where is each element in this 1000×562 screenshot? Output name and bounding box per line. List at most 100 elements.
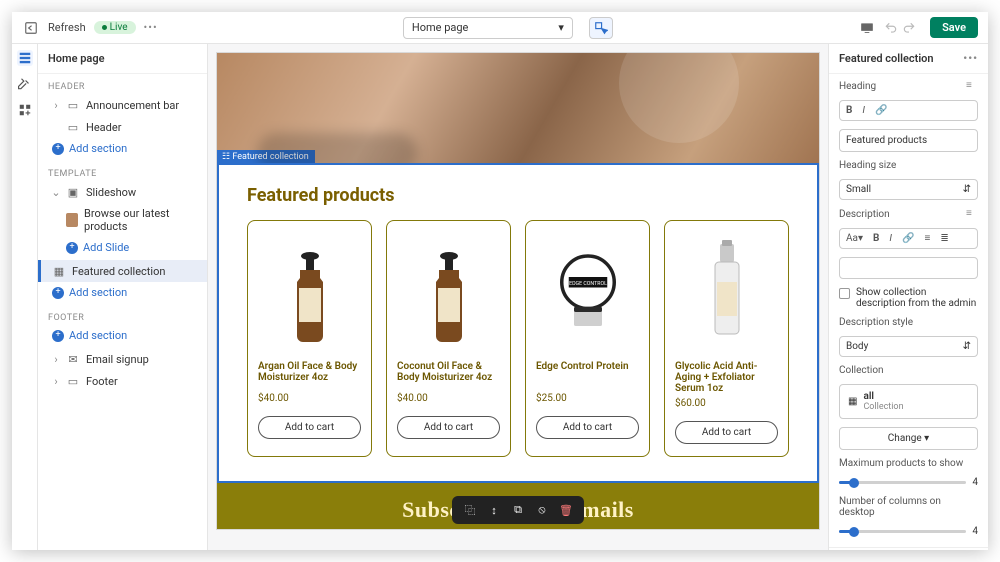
- chevron-right-icon: ›: [52, 353, 60, 366]
- link-icon[interactable]: 🔗: [902, 233, 914, 244]
- description-label: Description: [839, 209, 890, 220]
- heading-size-label: Heading size: [839, 160, 896, 171]
- add-to-cart-button[interactable]: Add to cart: [258, 416, 361, 439]
- plus-icon: +: [52, 287, 64, 299]
- select-arrows-icon: ⇵: [963, 184, 971, 195]
- topbar: Refresh Live ••• Home page ▾ Save: [12, 12, 988, 44]
- product-price: $60.00: [675, 398, 778, 409]
- add-section-footer[interactable]: + Add section: [38, 325, 207, 348]
- refresh-label[interactable]: Refresh: [48, 21, 86, 34]
- description-style-label: Description style: [839, 317, 913, 328]
- add-to-cart-button[interactable]: Add to cart: [675, 421, 778, 444]
- tree-item-slideshow[interactable]: ⌄ ▣ Slideshow: [38, 181, 207, 203]
- columns-desktop-label: Number of columns on desktop: [839, 496, 978, 518]
- product-price: $25.00: [536, 393, 639, 404]
- product-grid: Argan Oil Face & Body Moisturizer 4oz $4…: [247, 220, 789, 457]
- tree-item-featured-collection[interactable]: ▦ Featured collection: [38, 260, 207, 282]
- dynamic-source-icon[interactable]: ≡: [966, 208, 978, 220]
- canvas-floating-toolbar: ⿻ ↕ ⧉ ⦸ 🗑: [452, 496, 584, 524]
- toolbar-delete-icon[interactable]: 🗑: [558, 502, 574, 518]
- product-image: [258, 233, 361, 353]
- section-icon: ▭: [66, 120, 80, 134]
- footer-group-label: FOOTER: [38, 305, 207, 325]
- columns-desktop-slider[interactable]: [839, 530, 966, 533]
- add-section-template[interactable]: + Add section: [38, 282, 207, 305]
- max-products-slider[interactable]: [839, 481, 966, 484]
- apps-rail-icon[interactable]: [17, 102, 33, 118]
- checkbox-icon: [839, 288, 850, 299]
- heading-size-select[interactable]: Small⇵: [839, 179, 978, 200]
- product-image: [675, 233, 778, 353]
- featured-collection-section[interactable]: Featured products Argan Oil Face & Body …: [217, 163, 819, 483]
- remove-section-button[interactable]: 🗑 Remove section: [829, 547, 988, 550]
- undo-redo[interactable]: [884, 21, 916, 35]
- toolbar-copy-icon[interactable]: ⧉: [510, 502, 526, 518]
- slideshow-icon: ▣: [66, 185, 80, 199]
- select-arrows-icon: ⇵: [963, 341, 971, 352]
- sections-rail-icon[interactable]: [17, 50, 33, 66]
- add-to-cart-button[interactable]: Add to cart: [536, 416, 639, 439]
- save-button[interactable]: Save: [930, 17, 978, 38]
- desktop-view-icon[interactable]: [858, 19, 876, 37]
- product-image: EDGE CONTROL: [536, 233, 639, 353]
- toolbar-hide-icon[interactable]: ⦸: [534, 502, 550, 518]
- product-card[interactable]: Glycolic Acid Anti-Aging + Exfoliator Se…: [664, 220, 789, 457]
- section-tree: Home page HEADER › ▭ Announcement bar ▭ …: [38, 44, 208, 550]
- collection-label: Collection: [839, 365, 884, 376]
- theme-settings-rail-icon[interactable]: [17, 76, 33, 92]
- product-card[interactable]: EDGE CONTROL Edge Control Protein $25.00…: [525, 220, 650, 457]
- product-title: Argan Oil Face & Body Moisturizer 4oz: [258, 361, 361, 389]
- section-icon: ▭: [66, 374, 80, 388]
- image-icon: [66, 213, 78, 227]
- add-section-header[interactable]: + Add section: [38, 138, 207, 161]
- page-selector[interactable]: Home page ▾: [403, 17, 573, 39]
- chevron-down-icon: ▾: [558, 21, 564, 34]
- change-collection-button[interactable]: Change ▾: [839, 427, 978, 450]
- template-group-label: TEMPLATE: [38, 161, 207, 181]
- tree-item-header[interactable]: ▭ Header: [38, 116, 207, 138]
- plus-icon: +: [66, 242, 78, 254]
- heading-label: Heading: [839, 81, 876, 92]
- tree-item-footer[interactable]: › ▭ Footer: [38, 370, 207, 392]
- product-title: Coconut Oil Face & Body Moisturizer 4oz: [397, 361, 500, 389]
- product-card[interactable]: Coconut Oil Face & Body Moisturizer 4oz …: [386, 220, 511, 457]
- inspector-toggle[interactable]: [589, 17, 613, 39]
- toolbar-duplicate-icon[interactable]: ⿻: [462, 502, 478, 518]
- tree-item-email-signup[interactable]: › ✉ Email signup: [38, 348, 207, 370]
- link-icon[interactable]: 🔗: [875, 105, 887, 116]
- panel-title: Featured collection: [839, 52, 934, 65]
- email-icon: ✉: [66, 352, 80, 366]
- chevron-right-icon: ›: [52, 375, 60, 388]
- max-products-value: 4: [972, 477, 978, 488]
- collection-picker[interactable]: ▦ all Collection: [839, 384, 978, 419]
- add-to-cart-button[interactable]: Add to cart: [397, 416, 500, 439]
- description-style-select[interactable]: Body⇵: [839, 336, 978, 357]
- description-input[interactable]: [839, 257, 978, 279]
- product-title: Edge Control Protein: [536, 361, 639, 389]
- left-icon-rail: [12, 44, 38, 550]
- heading-rte-toolbar[interactable]: BI🔗: [839, 100, 978, 121]
- toolbar-move-icon[interactable]: ↕: [486, 502, 502, 518]
- exit-icon[interactable]: [22, 19, 40, 37]
- product-image: [397, 233, 500, 353]
- dynamic-source-icon[interactable]: ≡: [966, 80, 978, 92]
- columns-desktop-value: 4: [972, 526, 978, 537]
- featured-heading: Featured products: [247, 185, 789, 206]
- more-menu[interactable]: •••: [144, 21, 158, 34]
- product-card[interactable]: Argan Oil Face & Body Moisturizer 4oz $4…: [247, 220, 372, 457]
- panel-more-menu[interactable]: •••: [963, 52, 978, 65]
- tree-item-slide-browse[interactable]: Browse our latest products: [38, 203, 207, 237]
- live-badge: Live: [94, 21, 136, 34]
- add-slide[interactable]: + Add Slide: [38, 237, 207, 260]
- svg-text:EDGE CONTROL: EDGE CONTROL: [569, 281, 607, 287]
- show-description-checkbox[interactable]: Show collection description from the adm…: [839, 287, 978, 309]
- collection-icon: ▦: [52, 264, 66, 278]
- plus-icon: +: [52, 330, 64, 342]
- tree-item-announcement-bar[interactable]: › ▭ Announcement bar: [38, 94, 207, 116]
- chevron-right-icon: ›: [52, 99, 60, 112]
- product-price: $40.00: [258, 393, 361, 404]
- section-icon: ▭: [66, 98, 80, 112]
- description-rte-toolbar[interactable]: Aa▾BI🔗≡≣: [839, 228, 978, 249]
- settings-panel: Featured collection ••• Heading ≡ BI🔗 Fea…: [828, 44, 988, 550]
- heading-input[interactable]: Featured products: [839, 129, 978, 152]
